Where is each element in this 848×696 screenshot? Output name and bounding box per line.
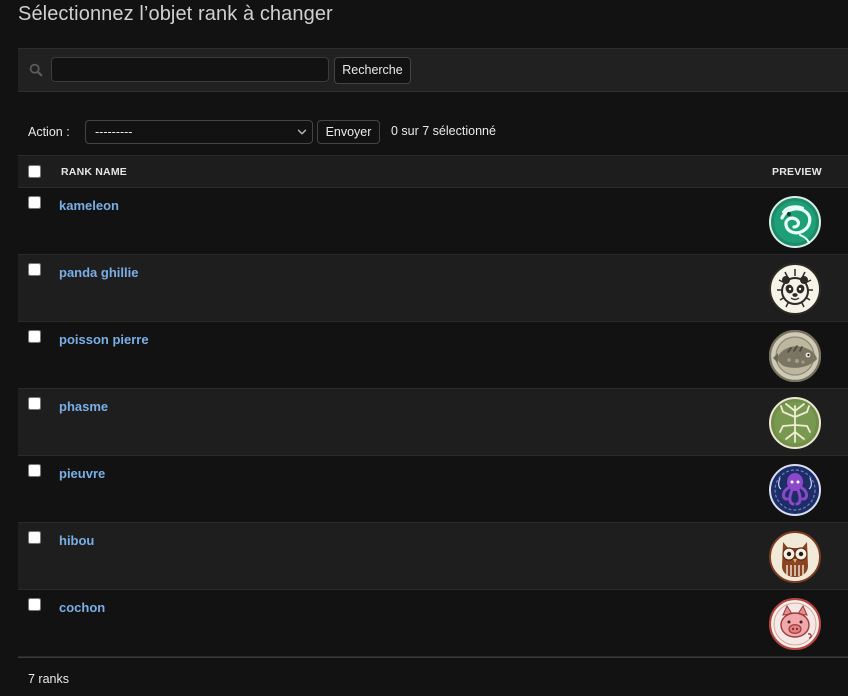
select-all-checkbox[interactable] [28, 165, 41, 178]
run-action-button[interactable]: Envoyer [317, 120, 380, 144]
rank-name-link[interactable]: cochon [59, 600, 105, 615]
rank-name-link[interactable]: pieuvre [59, 466, 105, 481]
rank-name-link[interactable]: kameleon [59, 198, 119, 213]
row-checkbox[interactable] [28, 464, 41, 477]
column-preview: PREVIEW [772, 166, 822, 178]
table-header: RANK NAME PREVIEW [18, 155, 848, 188]
page-title: Sélectionnez l’objet rank à changer [18, 3, 333, 25]
selection-counter: 0 sur 7 sélectionné [391, 124, 496, 138]
action-bar: Action : --------- Envoyer 0 sur 7 sélec… [18, 114, 848, 150]
search-input[interactable] [51, 57, 329, 82]
row-checkbox[interactable] [28, 598, 41, 611]
row-checkbox[interactable] [28, 263, 41, 276]
row-checkbox[interactable] [28, 397, 41, 410]
column-rank-name[interactable]: RANK NAME [61, 166, 127, 178]
panda-badge-icon [769, 263, 821, 315]
table-row: phasme [18, 389, 848, 456]
table-row: panda ghillie [18, 255, 848, 322]
table-row: poisson pierre [18, 322, 848, 389]
action-select[interactable]: --------- [85, 120, 313, 144]
table-row: hibou [18, 523, 848, 590]
rank-changelist-page: Sélectionnez l’objet rank à changer Rech… [0, 0, 848, 696]
table-row: cochon [18, 590, 848, 657]
result-count: 7 ranks [28, 672, 69, 686]
rank-name-link[interactable]: poisson pierre [59, 332, 149, 347]
row-checkbox[interactable] [28, 196, 41, 209]
action-select-value: --------- [95, 125, 133, 139]
row-checkbox[interactable] [28, 330, 41, 343]
table-footer-divider [18, 657, 848, 658]
owl-badge-icon [769, 531, 821, 583]
search-button[interactable]: Recherche [334, 57, 411, 84]
search-toolbar: Recherche [18, 48, 848, 92]
rank-name-link[interactable]: phasme [59, 399, 108, 414]
table-row: pieuvre [18, 456, 848, 523]
row-checkbox[interactable] [28, 531, 41, 544]
rank-name-link[interactable]: panda ghillie [59, 265, 138, 280]
rank-name-link[interactable]: hibou [59, 533, 94, 548]
table-row: kameleon [18, 188, 848, 255]
pig-badge-icon [769, 598, 821, 650]
stick-insect-badge-icon [769, 397, 821, 449]
stonefish-badge-icon [769, 330, 821, 382]
search-icon [29, 63, 43, 77]
chameleon-badge-icon [769, 196, 821, 248]
chevron-down-icon [297, 129, 307, 135]
action-label: Action : [28, 125, 70, 139]
octopus-badge-icon [769, 464, 821, 516]
